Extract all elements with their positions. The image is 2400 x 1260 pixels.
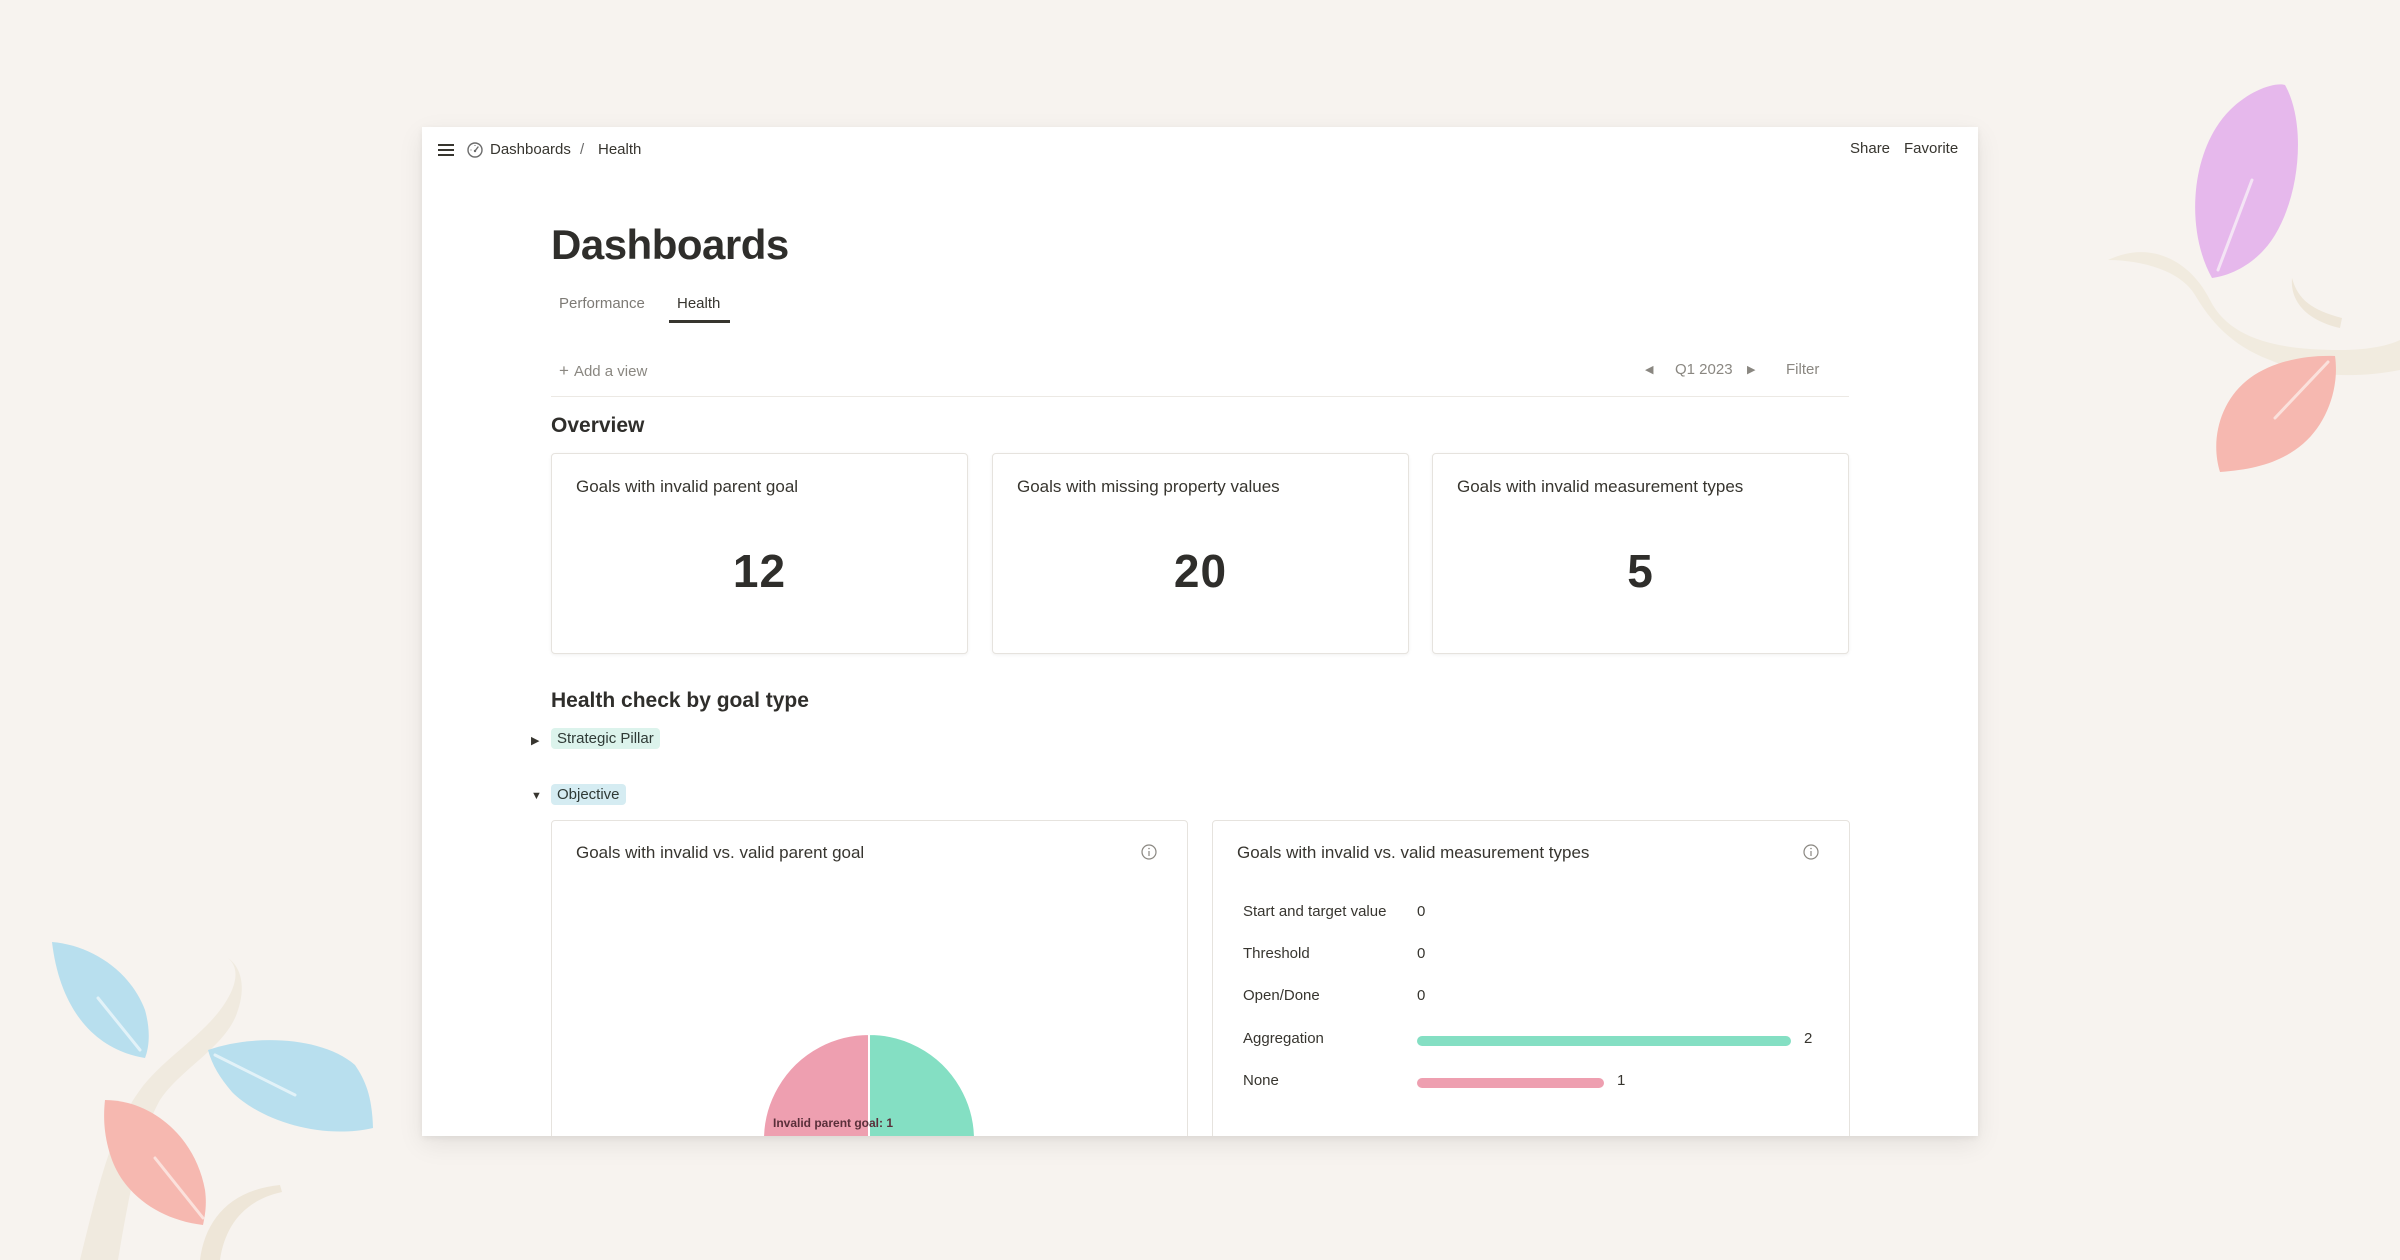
share-button[interactable]: Share [1850,140,1890,157]
stat-card-invalid-measurement-types[interactable]: Goals with invalid measurement types 5 [1432,453,1849,654]
tab-performance[interactable]: Performance [559,295,645,312]
bar-label: Start and target value [1243,903,1387,920]
view-toolbar: + Add a view ◀ Q1 2023 ▶ Filter [551,357,1849,383]
stat-card-title: Goals with missing property values [1017,477,1280,496]
stat-card-value: 12 [732,545,787,597]
stat-card-invalid-parent-goal[interactable]: Goals with invalid parent goal 12 [551,453,968,654]
bar-label: None [1243,1072,1279,1089]
favorite-button[interactable]: Favorite [1904,140,1958,157]
period-selector[interactable]: Q1 2023 [1675,361,1733,378]
bar [1417,1078,1604,1088]
info-circle-icon[interactable] [1802,843,1820,861]
hamburger-menu-icon[interactable] [436,140,456,160]
previous-period-icon[interactable]: ◀ [1645,363,1653,376]
pie-chart: Invalid parent goal: 1 Valid parent goal… [762,1032,976,1136]
page-title: Dashboards [551,221,789,268]
app-window: Dashboards / Health Share Favorite Dashb… [422,127,1978,1136]
bar-value: 0 [1417,945,1426,962]
bar-value: 0 [1417,903,1426,920]
filter-button[interactable]: Filter [1786,361,1819,378]
pie-label-invalid: Invalid parent goal: 1 [773,1116,893,1130]
stat-card-missing-property-values[interactable]: Goals with missing property values 20 [992,453,1409,654]
toolbar-divider [551,396,1849,397]
tab-health[interactable]: Health [677,295,720,312]
stat-card-title: Goals with invalid parent goal [576,477,799,496]
group-tag-strategic-pillar[interactable]: Strategic Pillar [551,728,660,749]
stat-card-value: 5 [1627,545,1654,597]
group-tag-objective[interactable]: Objective [551,784,626,805]
plant-stem-branch [2291,278,2342,328]
stat-card-value: 20 [1173,545,1228,597]
bar-value: 1 [1617,1072,1626,1089]
bar-value: 2 [1804,1030,1813,1047]
plant-stem-branch [200,1185,282,1260]
plant-leaf-blue [208,1040,373,1132]
breadcrumb-health[interactable]: Health [598,141,641,158]
breadcrumb-dashboards[interactable]: Dashboards [490,141,571,158]
bar-label: Open/Done [1243,987,1320,1004]
pie-chart-card: Goals with invalid vs. valid parent goal… [551,820,1188,1136]
active-tab-indicator [669,320,730,323]
triangle-down-icon[interactable]: ▼ [531,790,542,802]
add-view-label: Add a view [573,363,648,380]
decorative-plant-top-right [2108,84,2400,472]
overview-heading: Overview [551,414,645,437]
top-bar: Dashboards / Health Share Favorite [422,127,1978,173]
bar-row: Open/Done 0 [1243,987,1843,1007]
bar-label: Aggregation [1243,1030,1324,1047]
plant-leaf-purple [2195,84,2298,278]
bar [1417,1036,1791,1046]
add-view-button[interactable]: + Add a view [559,361,647,381]
health-check-heading: Health check by goal type [551,689,809,712]
plant-stem [2108,252,2400,376]
triangle-right-icon[interactable]: ▶ [531,734,539,747]
bar-label: Threshold [1243,945,1310,962]
breadcrumb-separator: / [580,141,585,158]
bar-row: Start and target value 0 [1243,903,1843,923]
stat-card-title: Goals with invalid measurement types [1457,477,1744,496]
bar-value: 0 [1417,987,1426,1004]
bar-chart-title: Goals with invalid vs. valid measurement… [1237,843,1590,862]
next-period-icon[interactable]: ▶ [1747,363,1755,376]
bar-row: Threshold 0 [1243,945,1843,965]
dashboard-gauge-icon [467,142,483,158]
decorative-plant-bottom-left [52,942,373,1260]
plus-icon: + [559,361,569,380]
bar-row: None 1 [1243,1072,1843,1092]
bar-row: Aggregation 2 [1243,1030,1843,1050]
bar-chart-card: Goals with invalid vs. valid measurement… [1212,820,1850,1136]
